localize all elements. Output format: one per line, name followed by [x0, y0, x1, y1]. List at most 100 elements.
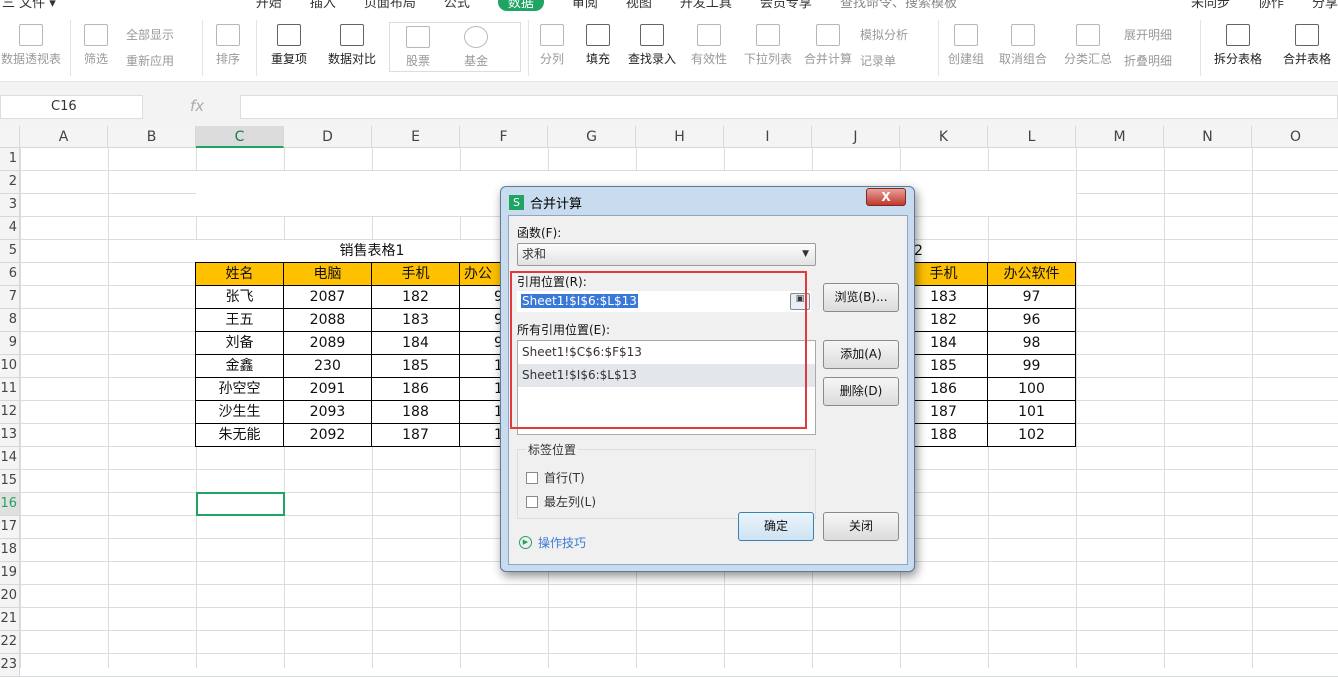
column-header-A[interactable]: A [20, 126, 108, 148]
column-header-O[interactable]: O [1252, 126, 1338, 148]
filter-button[interactable]: 筛选 [78, 24, 114, 67]
row-header-22[interactable]: 22 [0, 631, 20, 654]
file-menu[interactable]: 三 文件 ▾ [2, 0, 56, 11]
sort-button[interactable]: 排序 [210, 24, 246, 67]
row-header-19[interactable]: 19 [0, 562, 20, 585]
validity-button[interactable]: 有效性 [686, 24, 732, 67]
table-cell[interactable]: 99 [987, 354, 1076, 378]
table-cell[interactable]: 184 [371, 331, 460, 355]
row-header-21[interactable]: 21 [0, 608, 20, 631]
table-cell[interactable]: 2089 [283, 331, 372, 355]
collab-button[interactable]: 协作 [1258, 0, 1284, 11]
tab-data[interactable]: 数据 [497, 0, 544, 11]
column-header-G[interactable]: G [548, 126, 636, 148]
table-cell[interactable]: 101 [987, 400, 1076, 424]
column-header-J[interactable]: J [812, 126, 900, 148]
table-cell[interactable]: 金鑫 [195, 354, 284, 378]
row-header-15[interactable]: 15 [0, 470, 20, 493]
tab-formulas[interactable]: 公式 [444, 0, 470, 11]
split-table-button[interactable]: 拆分表格 [1208, 24, 1268, 67]
table-cell[interactable]: 183 [371, 308, 460, 332]
row-header-5[interactable]: 5 [0, 240, 20, 263]
tab-review[interactable]: 审阅 [572, 0, 598, 11]
header-cell[interactable]: 电脑 [283, 262, 372, 286]
record-button[interactable]: 记录单 [860, 52, 896, 69]
row-header-18[interactable]: 18 [0, 539, 20, 562]
expand-detail-button[interactable]: 展开明细 [1124, 26, 1172, 43]
tips-link[interactable]: ▶ 操作技巧 [519, 534, 586, 551]
left-column-checkbox[interactable]: 最左列(L) [526, 493, 596, 510]
reapply-button[interactable]: 重新应用 [126, 52, 174, 69]
fund-button[interactable]: 基金 [458, 26, 494, 69]
consolidate-button[interactable]: 合并计算 [802, 24, 854, 67]
row-header-8[interactable]: 8 [0, 309, 20, 332]
table-cell[interactable]: 2091 [283, 377, 372, 401]
row-header-3[interactable]: 3 [0, 194, 20, 217]
column-header-I[interactable]: I [724, 126, 812, 148]
collapse-detail-button[interactable]: 折叠明细 [1124, 52, 1172, 69]
table-cell[interactable]: 96 [987, 308, 1076, 332]
ungroup-button[interactable]: 取消组合 [994, 24, 1052, 67]
tab-view[interactable]: 视图 [626, 0, 652, 11]
subtotal-button[interactable]: 分类汇总 [1062, 24, 1114, 67]
header-cell[interactable]: 办公软件 [987, 262, 1076, 286]
share-button[interactable]: 分享 [1312, 0, 1338, 11]
table-cell[interactable]: 102 [987, 423, 1076, 447]
table-cell[interactable]: 100 [987, 377, 1076, 401]
table-cell[interactable]: 王五 [195, 308, 284, 332]
fill-button[interactable]: 填充 [580, 24, 616, 67]
pivot-button[interactable]: 数据透视表 [0, 24, 62, 67]
active-cell-c16[interactable] [196, 492, 285, 516]
column-header-F[interactable]: F [460, 126, 548, 148]
table-cell[interactable]: 187 [371, 423, 460, 447]
row-header-9[interactable]: 9 [0, 332, 20, 355]
column-header-B[interactable]: B [108, 126, 196, 148]
merge-table-button[interactable]: 合并表格 [1276, 24, 1338, 67]
duplicates-button[interactable]: 重复项 [264, 24, 314, 67]
table-cell[interactable]: 188 [371, 400, 460, 424]
row-header-7[interactable]: 7 [0, 286, 20, 309]
table-cell[interactable]: 朱无能 [195, 423, 284, 447]
row-header-6[interactable]: 6 [0, 263, 20, 286]
column-header-D[interactable]: D [284, 126, 372, 148]
split-button[interactable]: 分列 [536, 24, 568, 67]
row-header-13[interactable]: 13 [0, 424, 20, 447]
row-header-16[interactable]: 16 [0, 493, 20, 516]
row-header-4[interactable]: 4 [0, 217, 20, 240]
tab-page-layout[interactable]: 页面布局 [364, 0, 416, 11]
table-cell[interactable]: 230 [283, 354, 372, 378]
table-cell[interactable]: 2088 [283, 308, 372, 332]
table-cell[interactable]: 185 [371, 354, 460, 378]
show-all-button[interactable]: 全部显示 [126, 26, 174, 43]
tab-developer[interactable]: 开发工具 [680, 0, 732, 11]
top-row-checkbox[interactable]: 首行(T) [526, 469, 585, 486]
table-cell[interactable]: 2087 [283, 285, 372, 309]
add-button[interactable]: 添加(A) [823, 340, 899, 369]
table-cell[interactable]: 186 [371, 377, 460, 401]
formula-input[interactable] [240, 95, 1338, 119]
fx-icon[interactable]: fx [190, 97, 204, 115]
tab-insert[interactable]: 插入 [310, 0, 336, 11]
column-header-M[interactable]: M [1076, 126, 1164, 148]
header-cell[interactable]: 姓名 [195, 262, 284, 286]
search-command[interactable]: 查找命令、搜索模板 [840, 0, 957, 11]
table-cell[interactable]: 2092 [283, 423, 372, 447]
row-header-12[interactable]: 12 [0, 401, 20, 424]
row-header-2[interactable]: 2 [0, 171, 20, 194]
dropdown-list-button[interactable]: 下拉列表 [742, 24, 794, 67]
table-cell[interactable]: 2093 [283, 400, 372, 424]
column-header-N[interactable]: N [1164, 126, 1252, 148]
name-box[interactable]: C16 [0, 95, 143, 119]
table-cell[interactable]: 沙生生 [195, 400, 284, 424]
select-all-corner[interactable] [0, 126, 20, 148]
column-header-L[interactable]: L [988, 126, 1076, 148]
lookup-button[interactable]: 查找录入 [626, 24, 678, 67]
header-cell[interactable]: 手机 [371, 262, 460, 286]
row-header-20[interactable]: 20 [0, 585, 20, 608]
close-icon[interactable]: X [866, 188, 906, 206]
close-button[interactable]: 关闭 [823, 512, 899, 541]
row-header-10[interactable]: 10 [0, 355, 20, 378]
column-header-K[interactable]: K [900, 126, 988, 148]
row-header-1[interactable]: 1 [0, 148, 20, 171]
column-header-C[interactable]: C [196, 126, 284, 148]
